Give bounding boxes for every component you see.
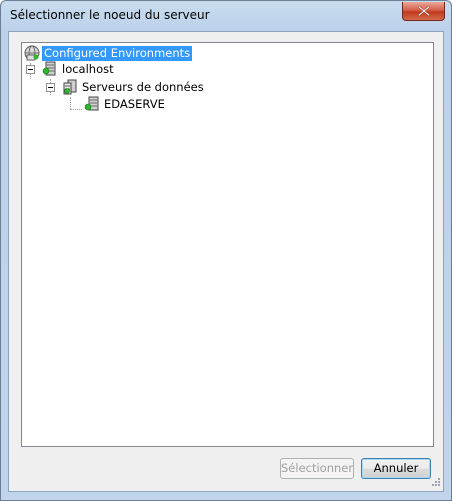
server-icon xyxy=(42,61,56,76)
close-icon xyxy=(418,6,430,16)
tree-node-label: Configured Environments xyxy=(42,46,193,61)
dialog-client-area: Configured Environments localhost Serveu… xyxy=(8,31,444,492)
title-bar[interactable]: Sélectionner le noeud du serveur xyxy=(1,1,451,31)
tree-node-localhost[interactable]: localhost xyxy=(42,61,142,78)
tree-line xyxy=(70,97,72,109)
tree-node-label: localhost xyxy=(62,62,114,76)
dialog-window: Sélectionner le noeud du serveur Configu… xyxy=(0,0,452,501)
tree-node-data-servers[interactable]: Serveurs de données xyxy=(62,79,212,96)
data-servers-icon xyxy=(63,79,77,95)
collapse-toggle-data-servers[interactable] xyxy=(46,83,55,92)
cancel-button[interactable]: Annuler xyxy=(361,458,431,479)
tree-node-configured-environments[interactable]: Configured Environments xyxy=(24,45,193,62)
tree-node-edaserve[interactable]: EDASERVE xyxy=(84,96,184,113)
tree-line xyxy=(70,109,82,111)
tree-node-label: Serveurs de données xyxy=(82,80,204,94)
environments-icon xyxy=(24,45,40,61)
resize-grip-icon[interactable] xyxy=(429,477,441,489)
tree-node-label: EDASERVE xyxy=(104,97,165,111)
server-node-icon xyxy=(84,96,99,111)
close-button[interactable] xyxy=(402,2,445,21)
window-title: Sélectionner le noeud du serveur xyxy=(10,8,210,22)
collapse-toggle-localhost[interactable] xyxy=(26,65,35,74)
select-button[interactable]: Sélectionner xyxy=(280,458,354,479)
server-tree[interactable]: Configured Environments localhost Serveu… xyxy=(21,42,434,447)
